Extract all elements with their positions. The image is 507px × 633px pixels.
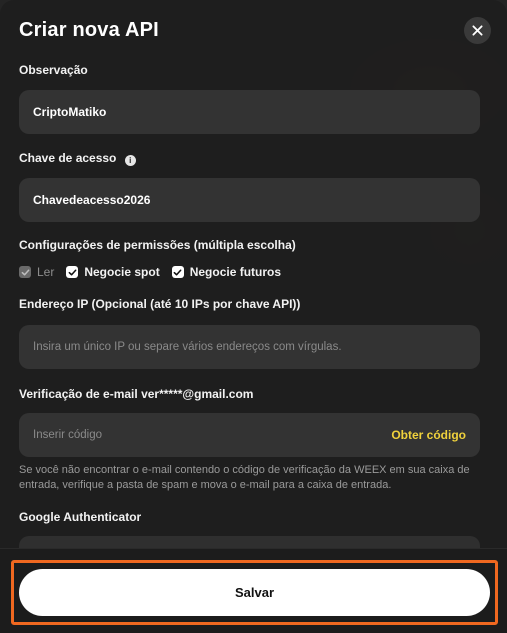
email-code-placeholder: Inserir código (33, 429, 103, 441)
ip-input[interactable]: Insira um único IP ou separe vários ende… (19, 325, 480, 369)
observacao-value: CriptoMatiko (33, 105, 107, 119)
permissoes-options: Ler Negocie spot Negocie futuros (19, 265, 293, 279)
close-button[interactable] (464, 17, 491, 44)
email-help-note: Se você não encontrar o e-mail contendo … (19, 464, 470, 491)
check-icon (173, 268, 182, 276)
chave-acesso-label: Chave de acesso (19, 151, 117, 165)
permission-spot-label: Negocie spot (84, 265, 160, 279)
close-icon (472, 25, 483, 36)
observacao-label: Observação (19, 63, 88, 77)
email-verification-label: Verificação de e-mail ver*****@gmail.com (19, 387, 254, 401)
chave-acesso-label-row: Chave de acesso i (19, 151, 136, 166)
google-authenticator-label: Google Authenticator (19, 510, 142, 524)
checkbox-box (171, 266, 184, 278)
permissoes-label: Configurações de permissões (múltipla es… (19, 238, 296, 252)
ip-label: Endereço IP (Opcional (até 10 IPs por ch… (19, 297, 301, 311)
save-button[interactable]: Salvar (19, 569, 490, 616)
get-code-link[interactable]: Obter código (391, 428, 466, 442)
checkbox-box (66, 266, 79, 278)
permission-read-checkbox[interactable]: Ler (19, 265, 54, 279)
dialog-title: Criar nova API (19, 19, 159, 41)
info-icon[interactable]: i (124, 155, 136, 166)
permission-spot-checkbox[interactable]: Negocie spot (66, 265, 160, 279)
chave-acesso-input[interactable]: Chavedeacesso2026 (19, 178, 480, 222)
ip-placeholder: Insira um único IP ou separe vários ende… (33, 341, 342, 353)
check-icon (68, 268, 77, 276)
permission-futures-checkbox[interactable]: Negocie futuros (171, 265, 282, 279)
chave-acesso-value: Chavedeacesso2026 (33, 193, 151, 207)
checkbox-box (19, 266, 31, 278)
observacao-input[interactable]: CriptoMatiko (19, 90, 480, 134)
permission-futures-label: Negocie futuros (189, 265, 282, 279)
email-code-input[interactable]: Inserir código Obter código (19, 413, 480, 457)
check-icon (21, 268, 29, 276)
permission-read-label: Ler (37, 265, 55, 279)
create-api-dialog: Criar nova API Observação CriptoMatiko C… (0, 0, 507, 633)
